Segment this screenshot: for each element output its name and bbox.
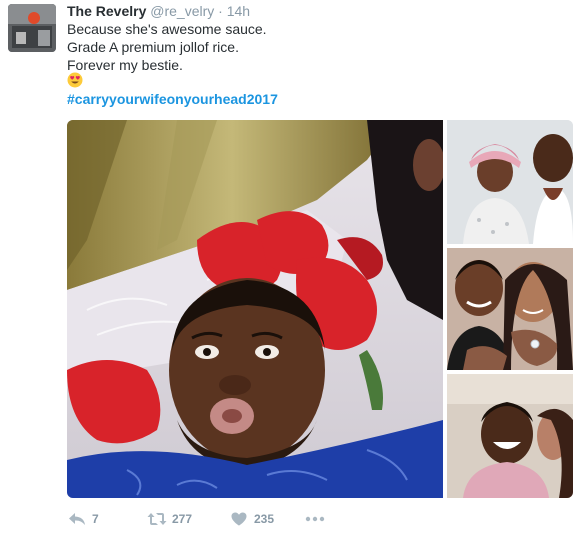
tweet-media[interactable]	[67, 120, 573, 498]
couple-photo-top	[447, 120, 573, 244]
tweet-text-line: Grade A premium jollof rice.	[67, 39, 239, 55]
retweet-icon	[147, 509, 167, 529]
couple-photo-bottom	[447, 374, 573, 498]
avatar[interactable]	[8, 4, 56, 52]
more-button[interactable]	[305, 508, 325, 530]
couple-photo-middle	[447, 248, 573, 370]
tweet-timestamp[interactable]: 14h	[227, 3, 250, 19]
tweet-text-line: Because she's awesome sauce.	[67, 21, 267, 37]
avatar-image	[8, 4, 56, 52]
tweet-text: Because she's awesome sauce. Grade A pre…	[67, 20, 567, 74]
tweet-text-line: Forever my bestie.	[67, 57, 183, 73]
heart-icon	[229, 509, 249, 529]
tweet-header: The Revelry @re_velry · 14h	[67, 2, 250, 20]
tweet-actions: 7 277 235	[67, 508, 367, 530]
photo-grid	[67, 120, 573, 498]
heart-eyes-emoji-icon	[67, 72, 83, 88]
author-handle[interactable]: @re_velry	[150, 3, 214, 19]
more-icon	[305, 509, 325, 529]
hashtag-link[interactable]: #carryyourwifeonyourhead2017	[67, 90, 278, 108]
reply-icon	[67, 509, 87, 529]
like-button[interactable]: 235	[229, 508, 274, 530]
retweet-button[interactable]: 277	[147, 508, 192, 530]
reply-count: 7	[92, 512, 99, 526]
main-photo	[67, 120, 445, 498]
retweet-count: 277	[172, 512, 193, 526]
like-count: 235	[254, 512, 275, 526]
author-name[interactable]: The Revelry	[67, 3, 146, 19]
separator-dot: ·	[218, 3, 223, 19]
reply-button[interactable]: 7	[67, 508, 99, 530]
